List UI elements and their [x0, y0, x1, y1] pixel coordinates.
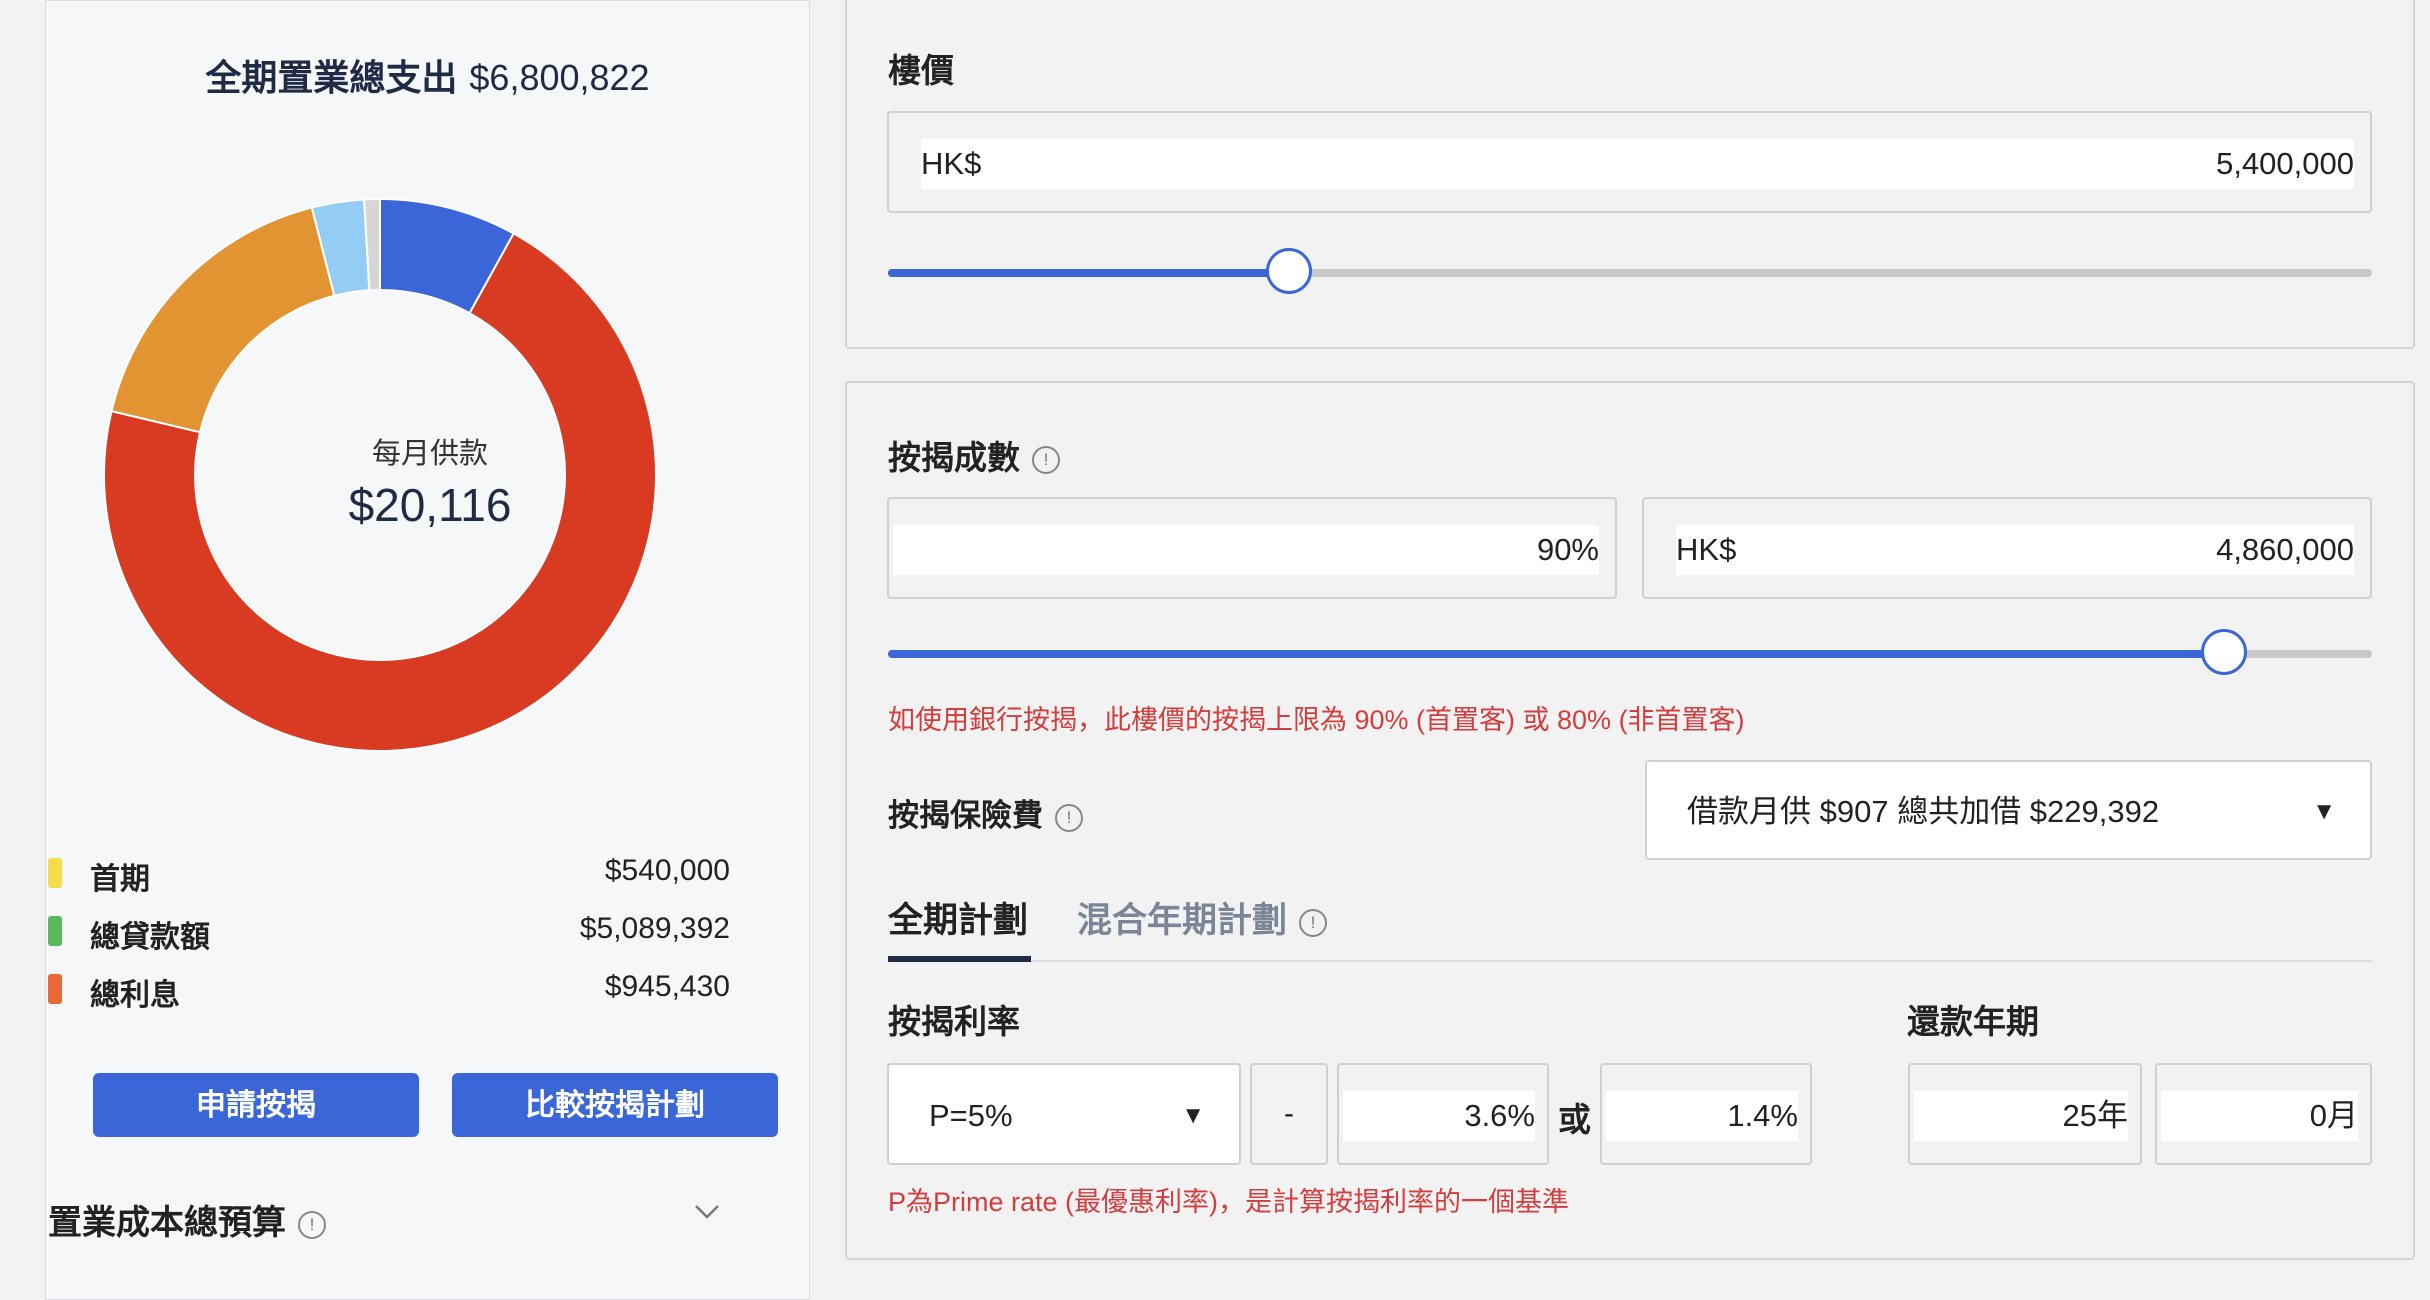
legend-value: $540,000 — [604, 854, 730, 887]
insurance-label-row: 按揭保險費! — [888, 790, 1083, 835]
interest-rate-label: 按揭利率 — [888, 1003, 1020, 1040]
mortgage-percent-field[interactable]: 90% — [887, 497, 1617, 599]
monthly-payment-value: $20,116 — [348, 479, 512, 531]
legend-swatch — [48, 974, 62, 1004]
legend-item-total-interest: 總利息 $945,430 — [48, 966, 730, 1024]
donut-center-label: 每月供款 $20,116 — [180, 430, 680, 532]
budget-label: 置業成本總預算 — [48, 1204, 286, 1242]
legend-item-total-loan: 總貸款額 $5,089,392 — [48, 908, 730, 966]
mortgage-ratio-label: 按揭成數 — [888, 439, 1020, 476]
years-input[interactable]: 25年 — [1914, 1091, 2128, 1141]
spread-field[interactable]: 3.6% — [1337, 1063, 1549, 1165]
price-slider-fill — [888, 269, 1289, 277]
rate-input[interactable]: 1.4% — [1606, 1091, 1798, 1141]
price-value: 5,400,000 — [2216, 146, 2354, 181]
legend: 首期 $540,000 總貸款額 $5,089,392 總利息 $945,430 — [48, 850, 730, 1024]
info-icon[interactable]: ! — [1032, 446, 1060, 475]
legend-label: 首期 — [90, 863, 150, 896]
mortgage-ratio-slider[interactable] — [888, 629, 2372, 675]
spread-input[interactable]: 3.6% — [1343, 1091, 1535, 1141]
monthly-payment-label: 每月供款 — [371, 438, 488, 470]
info-icon[interactable]: ! — [1055, 803, 1083, 832]
tab-full-term-label: 全期計劃 — [888, 901, 1029, 940]
mortgage-ratio-slider-handle[interactable] — [2200, 629, 2247, 675]
mortgage-ratio-label-row: 按揭成數! — [888, 431, 1060, 479]
price-input[interactable]: HK$ 5,400,000 — [921, 139, 2354, 189]
or-label: 或 — [1558, 1101, 1591, 1138]
active-tab-underline — [888, 956, 1031, 962]
legend-value: $945,430 — [604, 970, 730, 1003]
legend-item-down-payment: 首期 $540,000 — [48, 850, 730, 908]
insurance-select[interactable]: 借款月供 $907 總共加借 $229,392 ▼ — [1645, 760, 2372, 860]
price-label: 樓價 — [888, 52, 954, 89]
price-field[interactable]: HK$ 5,400,000 — [887, 111, 2372, 213]
caret-down-icon: ▼ — [2312, 798, 2336, 825]
price-currency: HK$ — [921, 146, 982, 181]
legend-value: $5,089,392 — [579, 912, 730, 945]
legend-label: 總利息 — [90, 979, 180, 1012]
mortgage-amount-value: 4,860,000 — [2216, 532, 2354, 567]
insurance-label: 按揭保險費 — [888, 798, 1043, 833]
months-input[interactable]: 0月 — [2161, 1091, 2358, 1141]
rate-operator-box[interactable]: - — [1250, 1063, 1328, 1165]
months-field[interactable]: 0月 — [2155, 1063, 2372, 1165]
mortgage-percent-input[interactable]: 90% — [893, 525, 1599, 575]
tab-hybrid-term[interactable]: 混合年期計劃! — [1077, 892, 1328, 943]
budget-expander[interactable]: 置業成本總預算! — [48, 1195, 730, 1244]
info-icon[interactable]: ! — [1299, 908, 1328, 937]
mortgage-card: 按揭成數! 90% HK$ 4,860,000 如使用銀行按揭，此樓價的按揭上限… — [845, 381, 2415, 1260]
mortgage-limit-warning: 如使用銀行按揭，此樓價的按揭上限為 90% (首置客) 或 80% (非首置客) — [888, 705, 1745, 735]
insurance-selected: 借款月供 $907 總共加借 $229,392 — [1687, 794, 2160, 829]
repayment-period-label: 還款年期 — [1907, 1003, 2039, 1040]
price-card: 樓價 HK$ 5,400,000 — [845, 0, 2415, 349]
prime-rate-select[interactable]: P=5% ▼ — [887, 1063, 1241, 1165]
mortgage-percent-value: 90% — [1536, 532, 1599, 567]
info-icon[interactable]: ! — [298, 1211, 326, 1240]
rate-field[interactable]: 1.4% — [1600, 1063, 1812, 1165]
price-slider[interactable] — [888, 248, 2372, 294]
mortgage-amount-input[interactable]: HK$ 4,860,000 — [1676, 525, 2354, 575]
rate-operator: - — [1284, 1097, 1294, 1130]
price-slider-handle[interactable] — [1265, 248, 1312, 294]
mortgage-amount-field[interactable]: HK$ 4,860,000 — [1642, 497, 2372, 599]
caret-down-icon: ▼ — [1181, 1102, 1205, 1129]
mortgage-amount-currency: HK$ — [1676, 532, 1737, 567]
donut-segment-orange[interactable] — [110, 206, 336, 434]
total-expense-title: 全期置業總支出 $6,800,822 — [46, 49, 809, 101]
tab-divider — [1031, 960, 2372, 962]
legend-label: 總貸款額 — [90, 921, 210, 954]
mortgage-ratio-slider-fill — [888, 650, 2224, 658]
compare-plans-button[interactable]: 比較按揭計劃 — [452, 1073, 778, 1137]
tab-full-term[interactable]: 全期計劃 — [888, 892, 1028, 943]
tab-hybrid-term-label: 混合年期計劃 — [1077, 901, 1288, 940]
legend-swatch — [48, 916, 62, 946]
total-expense-label: 全期置業總支出 — [205, 57, 458, 98]
prime-rate-selected: P=5% — [929, 1098, 1013, 1133]
legend-swatch — [48, 858, 62, 888]
years-field[interactable]: 25年 — [1908, 1063, 2142, 1165]
chevron-down-icon[interactable] — [694, 1195, 720, 1227]
total-expense-value: $6,800,822 — [469, 57, 650, 98]
apply-mortgage-button[interactable]: 申請按揭 — [93, 1073, 419, 1137]
prime-rate-note: P為Prime rate (最優惠利率)，是計算按揭利率的一個基準 — [888, 1187, 1570, 1217]
